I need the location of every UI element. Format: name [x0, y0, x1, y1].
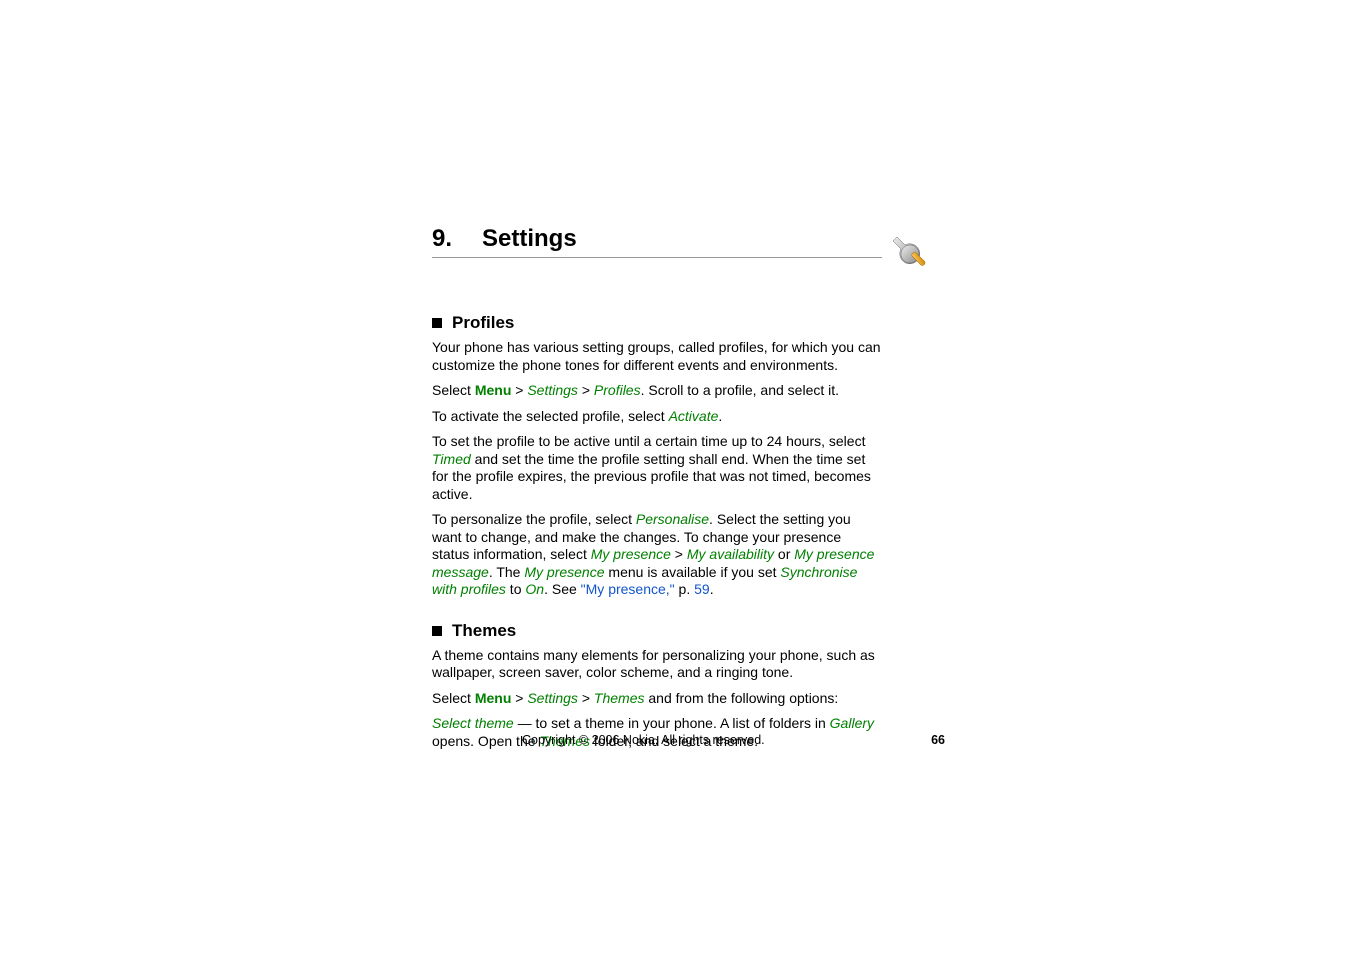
menu-link[interactable]: Menu — [475, 690, 512, 706]
text: to — [506, 581, 525, 597]
text: Select — [432, 382, 475, 398]
page-number: 66 — [931, 733, 945, 747]
text: or — [774, 546, 794, 562]
text: . See — [544, 581, 581, 597]
text: p. — [675, 581, 694, 597]
text: . The — [489, 564, 525, 580]
text: menu is available if you set — [605, 564, 781, 580]
text: . — [710, 581, 714, 597]
chapter-header: 9. Settings — [432, 225, 882, 258]
personalise-link[interactable]: Personalise — [636, 511, 709, 527]
text: To set the profile to be active until a … — [432, 433, 865, 449]
text: . Scroll to a profile, and select it. — [641, 382, 839, 398]
page-content: 9. Settings — [432, 225, 882, 772]
copyright-text: Copyright © 2006 Nokia. All rights reser… — [522, 733, 765, 747]
section-heading-themes: Themes — [432, 621, 882, 641]
text: To activate the selected profile, select — [432, 408, 669, 424]
section-profiles: Profiles Your phone has various setting … — [432, 313, 882, 599]
activate-link[interactable]: Activate — [669, 408, 719, 424]
profiles-personalise: To personalize the profile, select Perso… — [432, 511, 882, 599]
chapter-number: 9. — [432, 225, 452, 253]
section-heading-text: Themes — [452, 621, 516, 641]
text: > — [578, 690, 594, 706]
my-presence-link[interactable]: My presence — [591, 546, 671, 562]
section-marker-icon — [432, 626, 442, 636]
my-availability-link[interactable]: My availability — [687, 546, 774, 562]
settings-link[interactable]: Settings — [527, 690, 578, 706]
section-heading-profiles: Profiles — [432, 313, 882, 333]
section-heading-text: Profiles — [452, 313, 514, 333]
timed-link[interactable]: Timed — [432, 451, 471, 467]
themes-link[interactable]: Themes — [594, 690, 645, 706]
profiles-link[interactable]: Profiles — [594, 382, 641, 398]
profiles-intro: Your phone has various setting groups, c… — [432, 339, 882, 374]
text: and from the following options: — [644, 690, 838, 706]
settings-wrench-icon — [889, 233, 929, 278]
text: Select — [432, 690, 475, 706]
my-presence-link-2[interactable]: My presence — [524, 564, 604, 580]
section-marker-icon — [432, 318, 442, 328]
text: To personalize the profile, select — [432, 511, 636, 527]
profiles-activate: To activate the selected profile, select… — [432, 408, 882, 426]
menu-link[interactable]: Menu — [475, 382, 512, 398]
my-presence-ref-link[interactable]: "My presence," — [581, 581, 675, 597]
text: — to set a theme in your phone. A list o… — [514, 715, 830, 731]
themes-intro: A theme contains many elements for perso… — [432, 647, 882, 682]
text: and set the time the profile setting sha… — [432, 451, 871, 502]
text: > — [511, 690, 527, 706]
profiles-select-path: Select Menu > Settings > Profiles. Scrol… — [432, 382, 882, 400]
section-themes: Themes A theme contains many elements fo… — [432, 621, 882, 751]
profiles-timed: To set the profile to be active until a … — [432, 433, 882, 503]
on-link[interactable]: On — [525, 581, 544, 597]
select-theme-link[interactable]: Select theme — [432, 715, 514, 731]
text: > — [511, 382, 527, 398]
themes-select-path: Select Menu > Settings > Themes and from… — [432, 690, 882, 708]
chapter-title: Settings — [482, 225, 577, 253]
text: > — [671, 546, 687, 562]
gallery-link[interactable]: Gallery — [830, 715, 874, 731]
text: . — [718, 408, 722, 424]
settings-link[interactable]: Settings — [527, 382, 578, 398]
text: > — [578, 382, 594, 398]
page-ref-link[interactable]: 59 — [694, 581, 710, 597]
